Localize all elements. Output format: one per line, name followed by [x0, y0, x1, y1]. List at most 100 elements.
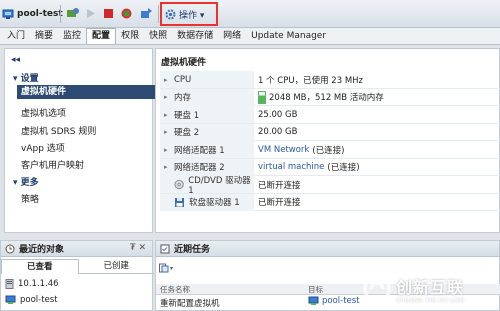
row-label: 硬盘 2 — [174, 128, 200, 138]
tab-created[interactable]: 已创建 — [78, 259, 154, 274]
row-value: 20.00 GB — [258, 127, 298, 137]
nav-item-vm-hardware[interactable]: 虚拟机硬件 — [17, 85, 156, 99]
task-name: 重新配置虚拟机 — [160, 299, 220, 309]
tab-networks[interactable]: 网络 — [218, 29, 246, 44]
tasks-icon — [160, 244, 170, 253]
tab-datastores[interactable]: 数据存储 — [172, 29, 218, 44]
tab-snapshots[interactable]: 快照 — [144, 29, 172, 44]
column-target[interactable]: 目标 — [308, 284, 323, 295]
nav-section-more[interactable]: ▾ 更多 — [13, 175, 39, 188]
expand-icon[interactable]: ▸ — [164, 93, 170, 101]
hardware-row-network-adapter-1[interactable]: ▸ 网络适配器 1 VM Network (已连接) — [160, 141, 500, 159]
chevron-down-icon: ▾ — [170, 264, 174, 272]
row-value: 已断开连接 — [258, 198, 301, 208]
vm-hardware-panel: 虚拟机硬件 ▸ CPU 1 个 CPU，已使用 23 MHz ▸ 内存 2048 M… — [155, 48, 500, 233]
watermark: 创新互联 CHUANG XIN HU LIAN — [362, 270, 497, 308]
toolbar-separator — [158, 5, 159, 23]
power-on-icon[interactable] — [84, 7, 97, 20]
hardware-table: ▸ CPU 1 个 CPU，已使用 23 MHz ▸ 内存 2048 MB，512 … — [160, 71, 500, 211]
hardware-row-disk-1[interactable]: ▸ 硬盘 1 25.00 GB — [160, 106, 500, 124]
tab-monitor[interactable]: 监控 — [58, 29, 86, 44]
nav-section-settings[interactable]: ▾ 设置 — [13, 71, 39, 84]
expand-icon[interactable]: ▸ — [164, 146, 170, 154]
row-label: CPU — [174, 74, 192, 85]
row-value: 1 个 CPU，已使用 23 MHz — [258, 75, 364, 86]
filter-icon — [159, 263, 169, 273]
watermark-subtext: CHUANG XIN HU LIAN — [396, 298, 465, 304]
row-label: CD/DVD 驱动器 1 — [188, 175, 251, 196]
hardware-row-cd-dvd-drive[interactable]: CD/DVD 驱动器 1 已断开连接 — [160, 175, 500, 196]
row-label: 网络适配器 1 — [174, 145, 225, 156]
tab-getting-started[interactable]: 入门 — [2, 29, 30, 44]
row-value: 已断开连接 — [258, 180, 301, 191]
host-icon — [5, 279, 14, 289]
expand-icon[interactable]: ▸ — [164, 128, 170, 136]
panel-title: 近期任务 — [174, 245, 211, 255]
row-label: 软盘驱动器 1 — [189, 198, 240, 208]
recent-item-vm[interactable]: pool-test — [5, 295, 58, 305]
tab-permissions[interactable]: 权限 — [116, 29, 144, 44]
nav-item-guest-user-mappings[interactable]: 客户机用户映射 — [21, 158, 84, 171]
recent-item-host[interactable]: 10.1.1.46 — [5, 279, 59, 289]
floppy-icon — [175, 197, 184, 207]
gear-icon — [165, 9, 176, 19]
network-link[interactable]: VM Network — [258, 145, 309, 155]
pin-close-icon[interactable]: ₮ ✕ — [130, 243, 146, 253]
recent-objects-panel: 最近的对象 ₮ ✕ 已查看 已创建 10.1.1.46 pool-test — [0, 240, 154, 311]
operations-menu-button[interactable]: 操作 ▾ — [165, 6, 204, 22]
nav-item-policies[interactable]: 策略 — [21, 192, 39, 205]
page-title: 虚拟机硬件 — [161, 58, 207, 68]
filter-dropdown[interactable]: ▾ — [159, 262, 175, 274]
power-off-icon[interactable] — [102, 7, 115, 20]
network-link[interactable]: virtual machine — [258, 162, 324, 172]
hardware-row-floppy-drive[interactable]: 软盘驱动器 1 已断开连接 — [160, 193, 500, 211]
expand-icon[interactable]: ▸ — [164, 111, 170, 119]
row-value: 25.00 GB — [258, 109, 298, 120]
task-target[interactable]: pool-test — [308, 296, 360, 306]
vm-icon — [5, 295, 16, 304]
vm-icon — [308, 296, 319, 305]
panel-header: 近期任务 — [156, 241, 499, 257]
memory-usage-icon — [258, 90, 266, 104]
vm-settings-icon[interactable] — [66, 7, 79, 20]
watermark-text: 创新互联 — [396, 278, 465, 297]
recent-tabs: 已查看 已创建 — [1, 259, 154, 274]
cd-dvd-icon — [174, 179, 184, 190]
tab-update-manager[interactable]: Update Manager — [246, 29, 331, 44]
row-label: 内存 — [174, 93, 192, 103]
settings-nav: ◂◂ ▾ 设置 虚拟机硬件 虚拟机选项 虚拟机 SDRS 规则 vApp 选项 … — [4, 48, 156, 233]
tab-summary[interactable]: 摘要 — [30, 29, 58, 44]
row-label: 硬盘 1 — [174, 110, 200, 121]
vm-icon — [2, 9, 14, 19]
panel-header: 最近的对象 ₮ ✕ — [1, 241, 152, 257]
connection-status: (已连接) — [327, 163, 360, 173]
hardware-row-disk-2[interactable]: ▸ 硬盘 2 20.00 GB — [160, 123, 500, 141]
hardware-row-cpu[interactable]: ▸ CPU 1 个 CPU，已使用 23 MHz — [160, 71, 500, 89]
hardware-row-memory[interactable]: ▸ 内存 2048 MB，512 MB 活动内存 — [160, 88, 500, 106]
nav-item-vapp-options[interactable]: vApp 选项 — [21, 141, 65, 154]
migrate-icon[interactable] — [140, 7, 153, 20]
nav-item-vm-options[interactable]: 虚拟机选项 — [21, 106, 66, 119]
row-label: 网络适配器 2 — [174, 163, 225, 173]
expand-icon[interactable]: ▸ — [164, 163, 170, 171]
expand-icon[interactable]: ▸ — [164, 76, 170, 84]
vm-name: pool-test — [17, 9, 63, 19]
connection-status: (已连接) — [312, 145, 345, 156]
collapse-nav-button[interactable]: ◂◂ — [11, 55, 20, 65]
tab-configure[interactable]: 配置 — [86, 28, 117, 44]
recent-item-label: 10.1.1.46 — [18, 279, 59, 289]
brand-logo-icon — [363, 275, 391, 303]
suspend-icon[interactable] — [120, 7, 133, 20]
target-link[interactable]: pool-test — [322, 296, 360, 306]
clock-icon — [5, 244, 15, 253]
tab-bar: 入门 摘要 监控 配置 权限 快照 数据存储 网络 Update Manager — [0, 28, 500, 45]
recent-item-label: pool-test — [20, 295, 58, 305]
panel-title: 最近的对象 — [19, 245, 65, 255]
operations-label: 操作 ▾ — [179, 10, 205, 21]
column-task-name[interactable]: 任务名称 — [160, 284, 190, 295]
row-value: 2048 MB，512 MB 活动内存 — [269, 93, 384, 103]
vm-title: pool-test — [2, 5, 63, 23]
tab-viewed[interactable]: 已查看 — [1, 259, 79, 274]
toolbar-separator — [60, 5, 61, 23]
nav-item-sdrs-rules[interactable]: 虚拟机 SDRS 规则 — [21, 124, 96, 137]
